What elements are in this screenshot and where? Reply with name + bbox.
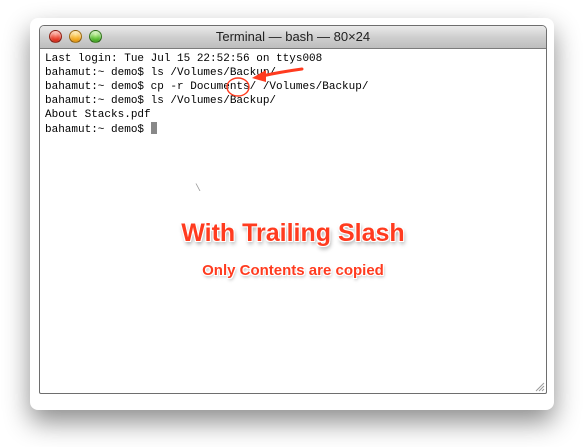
title-bar[interactable]: Terminal — bash — 80×24 [40,26,546,49]
resize-grip-icon[interactable] [533,380,545,392]
cursor-block [150,122,157,134]
terminal-output[interactable]: Last login: Tue Jul 15 22:52:56 on ttys0… [45,52,535,382]
prompt-line: bahamut:~ demo$ [45,122,535,136]
screenshot-stage: Terminal — bash — 80×24 Last login: Tue … [0,0,585,447]
terminal-line: Last login: Tue Jul 15 22:52:56 on ttys0… [45,53,323,65]
terminal-line: About Stacks.pdf [45,109,151,121]
terminal-line: bahamut:~ demo$ ls /Volumes/Backup/ [45,67,277,79]
window-title: Terminal — bash — 80×24 [215,29,371,44]
terminal-window: Terminal — bash — 80×24 Last login: Tue … [39,25,547,394]
prompt-text: bahamut:~ demo$ [45,124,151,136]
terminal-line: bahamut:~ demo$ cp -r Documents/ /Volume… [45,81,369,93]
stray-mark: \ [195,184,202,195]
annotation-subheading: Only Contents are copied [202,262,384,279]
terminal-line: bahamut:~ demo$ ls /Volumes/Backup/ [45,95,277,107]
annotation-heading: With Trailing Slash [181,219,405,247]
